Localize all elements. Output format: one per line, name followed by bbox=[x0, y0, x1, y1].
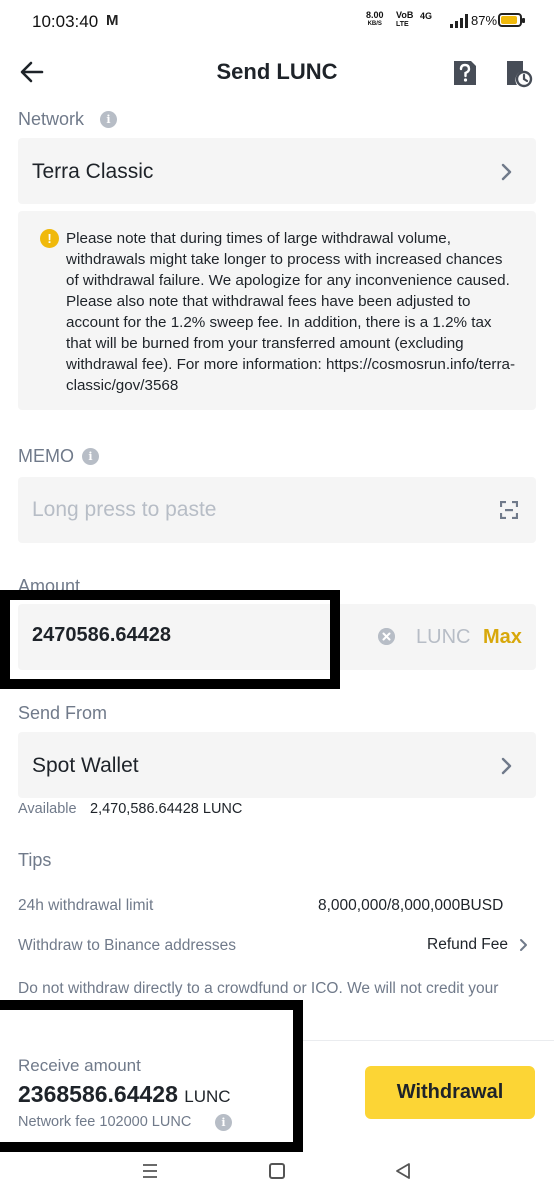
memo-label: MEMO bbox=[18, 446, 74, 466]
amount-unit: LUNC bbox=[416, 626, 471, 648]
speed-value: 8.00 bbox=[366, 10, 384, 20]
withdrawal-button[interactable]: Withdrawal bbox=[365, 1066, 535, 1119]
battery-percent: 87% bbox=[471, 13, 498, 28]
menu-icon[interactable] bbox=[142, 1163, 158, 1179]
chevron-right-icon[interactable] bbox=[519, 938, 529, 952]
volte-top: VoB bbox=[396, 10, 414, 20]
volte-indicator: VoB LTE bbox=[396, 11, 413, 29]
network-speed: 8.00 KB/S bbox=[366, 11, 384, 29]
limit-label: 24h withdrawal limit bbox=[18, 897, 154, 914]
volte-bottom: LTE bbox=[396, 21, 409, 28]
available-value: 2,470,586.64428 LUNC bbox=[90, 801, 243, 817]
status-time: 10:03:40 bbox=[32, 12, 99, 31]
warning-icon: ! bbox=[40, 229, 59, 248]
receive-amount: 2368586.64428 LUNC bbox=[18, 1081, 231, 1108]
info-icon[interactable]: i bbox=[82, 448, 99, 465]
speed-unit: KB/S bbox=[367, 21, 382, 27]
help-doc-icon[interactable] bbox=[451, 58, 479, 88]
available-label: Available bbox=[18, 801, 77, 817]
receive-unit: LUNC bbox=[184, 1087, 231, 1106]
chevron-right-icon bbox=[501, 163, 512, 181]
notification-m-icon: M bbox=[106, 12, 119, 29]
notice-text: Please note that during times of large w… bbox=[66, 230, 516, 394]
back-triangle-icon[interactable] bbox=[395, 1162, 411, 1180]
network-label: Network bbox=[18, 109, 85, 129]
home-icon[interactable] bbox=[269, 1163, 285, 1179]
memo-input[interactable] bbox=[32, 498, 472, 522]
info-icon[interactable]: i bbox=[100, 111, 117, 128]
network-value: Terra Classic bbox=[32, 160, 154, 183]
clear-icon[interactable] bbox=[378, 628, 395, 645]
battery-icon bbox=[498, 13, 525, 27]
info-icon[interactable]: i bbox=[215, 1114, 232, 1131]
network-fee: Network fee 102000 LUNC bbox=[18, 1114, 192, 1130]
limit-value: 8,000,000/8,000,000BUSD bbox=[318, 897, 504, 914]
receive-label: Receive amount bbox=[18, 1056, 141, 1075]
scan-icon[interactable] bbox=[500, 501, 518, 519]
amount-input[interactable]: 2470586.64428 bbox=[32, 624, 171, 647]
send-from-label: Send From bbox=[18, 703, 108, 723]
send-from-value: Spot Wallet bbox=[32, 754, 139, 777]
tips-label: Tips bbox=[18, 850, 52, 870]
max-button[interactable]: Max bbox=[483, 626, 522, 649]
receive-value: 2368586.64428 bbox=[18, 1081, 178, 1107]
signal-icon bbox=[450, 14, 468, 28]
history-icon[interactable] bbox=[503, 58, 533, 88]
network-type: 4G bbox=[420, 11, 433, 21]
refund-fee-link[interactable]: Refund Fee bbox=[427, 936, 508, 954]
binance-address-label: Withdraw to Binance addresses bbox=[18, 937, 236, 954]
chevron-right-icon bbox=[501, 757, 512, 775]
